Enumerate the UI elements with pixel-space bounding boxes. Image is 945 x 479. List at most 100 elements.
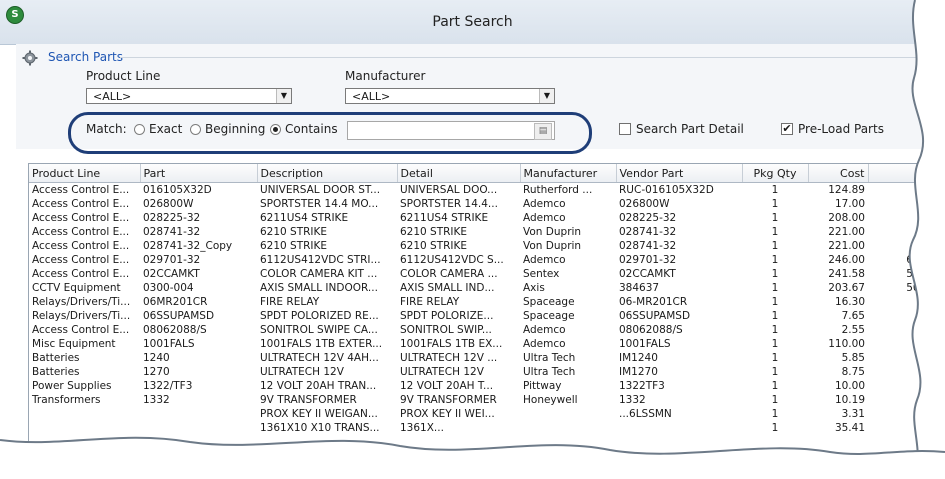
table-cell (868, 365, 945, 379)
table-row[interactable]: PROX KEY II WEIGAN... PROX KEY II WEI....… (29, 407, 945, 421)
table-cell: 6210 STRIKE (260, 226, 328, 238)
table-cell: Ultra Tech (523, 366, 576, 378)
table-cell: AXIS SMALL IND... (400, 282, 495, 294)
table-cell: 029701-32 (619, 254, 677, 266)
table-cell: Von Duprin (523, 226, 582, 238)
table-cell: AXIS SMALL INDOOR... (260, 282, 378, 294)
table-row[interactable]: Access Control E... 028225-32 6211US4 STRI… (29, 211, 945, 225)
match-exact-radio[interactable] (134, 124, 145, 135)
table-cell: 1322TF3 (619, 380, 665, 392)
product-line-select[interactable]: <ALL> ▼ (86, 88, 292, 104)
table-cell: UNIVERSAL DOO... (400, 184, 498, 196)
table-cell: ULTRATECH 12V (400, 366, 484, 378)
table-cell (140, 421, 257, 435)
table-cell (29, 407, 140, 421)
table-cell (616, 421, 742, 435)
column-header[interactable]: Cost (808, 164, 869, 183)
search-parts-link[interactable]: Search Parts (48, 50, 123, 64)
match-contains-label[interactable]: Contains (285, 122, 338, 136)
table-cell: 1 (771, 310, 779, 322)
manufacturer-select[interactable]: <ALL> ▼ (345, 88, 555, 104)
table-cell: 016105X32D (143, 184, 212, 196)
column-header[interactable]: Part (140, 164, 258, 183)
table-cell: 12 VOLT 20AH T... (400, 380, 494, 392)
table-cell: 1240 (143, 352, 170, 364)
table-cell: 1 (771, 282, 779, 294)
column-header[interactable]: Detail (397, 164, 521, 183)
table-cell: 1 (771, 366, 779, 378)
table-row[interactable]: CCTV Equipment 0300-004 AXIS SMALL INDOOR.… (29, 281, 945, 295)
table-cell: 1 (771, 422, 779, 434)
table-row[interactable]: Power Supplies 1322/TF3 12 VOLT 20AH TRAN.… (29, 379, 945, 393)
table-cell: 10.19 (834, 394, 865, 406)
match-contains-radio[interactable] (270, 124, 281, 135)
table-cell: 110.00 (828, 338, 865, 350)
table-cell: Axis (523, 282, 545, 294)
table-cell: 1270 (143, 366, 170, 378)
table-cell: 5.85 (841, 352, 865, 364)
table-cell: 1 (771, 198, 779, 210)
table-row[interactable]: Access Control E... 026800W SPORTSTER 14.4… (29, 197, 945, 211)
search-button-icon[interactable]: ▤ (534, 123, 552, 140)
table-cell: ...6LSSMN (619, 408, 672, 420)
table-cell: 06-MR201CR (619, 296, 688, 308)
table-row[interactable]: Access Control E... 02CCAMKT COLOR CAMERA … (29, 267, 945, 281)
table-cell: Access Control E... (32, 254, 130, 266)
column-header[interactable]: Description (257, 164, 398, 183)
table-cell: 029701-32 (143, 254, 201, 266)
table-cell: 208.00 (828, 212, 865, 224)
table-row[interactable]: Batteries 1270 ULTRATECH 12V ULTRATECH 12V U… (29, 365, 945, 379)
preload-parts-checkbox[interactable]: ✔ (781, 123, 793, 135)
checkmark-icon: ✔ (782, 122, 792, 135)
table-row[interactable]: Transformers 1332 9V TRANSFORMER 9V TRANSFO… (29, 393, 945, 407)
table-row[interactable]: Access Control E... 028741-32 6210 STRIKE 6… (29, 225, 945, 239)
table-row[interactable]: Relays/Drivers/Ti... 06SSUPAMSD SPDT POLOR… (29, 309, 945, 323)
column-header[interactable]: Pkg Qty (742, 164, 809, 183)
table-cell: Ademco (523, 324, 566, 336)
table-cell: 1001FALS (143, 338, 195, 350)
column-header[interactable]: Product Line (29, 164, 141, 183)
table-row[interactable]: Access Control E... 08062088/S SONITROL SW… (29, 323, 945, 337)
search-input[interactable]: ▤ (347, 121, 555, 140)
match-exact-label[interactable]: Exact (149, 122, 182, 136)
table-cell: 1 (771, 338, 779, 350)
preload-parts-label[interactable]: Pre-Load Parts (798, 122, 884, 136)
column-header[interactable]: Sal (868, 164, 945, 183)
table-cell: Access Control E... (32, 212, 130, 224)
chevron-down-icon[interactable]: ▼ (539, 89, 554, 103)
column-header[interactable]: Manufacturer (520, 164, 617, 183)
table-cell: 1361X10 X10 TRANS... (260, 422, 380, 434)
manufacturer-value: <ALL> (352, 90, 391, 103)
match-beginning-label[interactable]: Beginning (205, 122, 265, 136)
table-row[interactable]: Access Control E... 028741-32_Copy 6210 ST… (29, 239, 945, 253)
search-part-detail-checkbox[interactable] (619, 123, 631, 135)
table-cell: 35.41 (834, 422, 865, 434)
table-cell: COLOR CAMERA KIT ... (260, 268, 378, 280)
table-row[interactable]: Misc Equipment 1001FALS 1001FALS 1TB EXTER… (29, 337, 945, 351)
table-cell: Rutherford ... (523, 184, 593, 196)
table-row[interactable]: 1361X10 X10 TRANS... 1361X... 1 35.41 (29, 421, 945, 435)
match-beginning-radio[interactable] (190, 124, 201, 135)
chevron-down-icon[interactable]: ▼ (276, 89, 291, 103)
table-cell: Transformers (32, 394, 101, 406)
table-row[interactable]: Access Control E... 016105X32D UNIVERSAL D… (29, 183, 945, 198)
table-cell: 028741-32 (619, 240, 677, 252)
table-row[interactable]: Batteries 1240 ULTRATECH 12V 4AH... ULTRATE… (29, 351, 945, 365)
table-cell: SPORTSTER 14.4... (400, 198, 498, 210)
table-cell: SPORTSTER 14.4 MO... (260, 198, 379, 210)
table-cell: 2.55 (841, 324, 865, 336)
search-part-detail-label[interactable]: Search Part Detail (636, 122, 744, 136)
table-body: Access Control E... 016105X32D UNIVERSAL D… (29, 183, 945, 436)
table-cell: Pittway (523, 380, 562, 392)
table-cell: 06SSUPAMSD (143, 310, 215, 322)
table-cell: Ademco (523, 338, 566, 350)
table-cell: 028741-32 (143, 226, 201, 238)
table-header-row: Product Line Part Description Detail Manufac… (29, 164, 945, 183)
table-cell: Von Duprin (523, 240, 582, 252)
table-cell: 546.9 (912, 240, 943, 252)
column-header[interactable]: Vendor Part (616, 164, 743, 183)
table-row[interactable]: Access Control E... 029701-32 6112US412VDC… (29, 253, 945, 267)
table-row[interactable]: Relays/Drivers/Ti... 06MR201CR FIRE RELAY F… (29, 295, 945, 309)
gear-icon[interactable] (22, 50, 38, 66)
table-cell: Spaceage (523, 296, 575, 308)
